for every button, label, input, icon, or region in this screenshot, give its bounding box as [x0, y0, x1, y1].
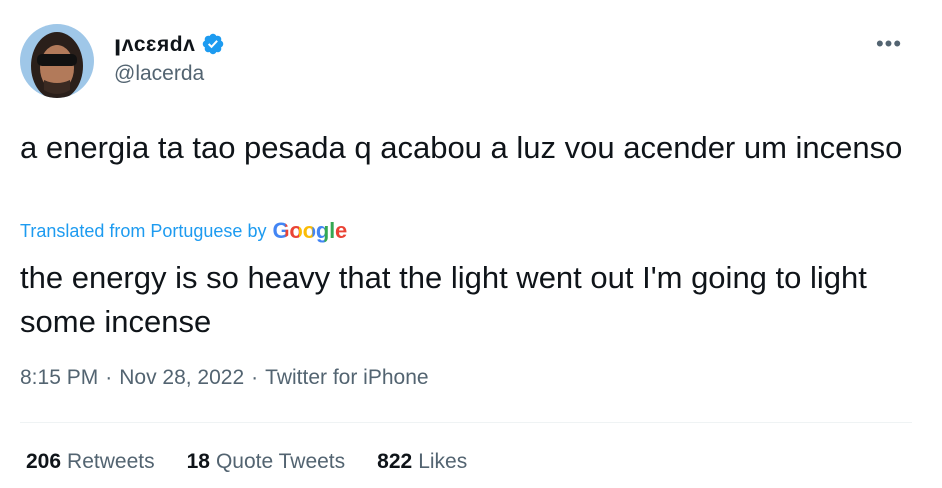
engagement-stats: 206 Retweets 18 Quote Tweets 822 Likes	[26, 450, 467, 474]
likes-count: 822	[377, 450, 413, 473]
author-handle[interactable]: @lacerda	[114, 62, 204, 86]
avatar-image	[20, 24, 94, 98]
quote-tweets-stat[interactable]: 18 Quote Tweets	[187, 450, 346, 474]
tweet-time[interactable]: 8:15 PM	[20, 366, 98, 390]
likes-label: Likes	[418, 450, 468, 473]
verified-badge-icon[interactable]	[201, 32, 225, 56]
author-display-name[interactable]: ꞁᴧᴄɛᴙdᴧ	[114, 32, 195, 57]
tweet-meta: 8:15 PM · Nov 28, 2022 · Twitter for iPh…	[20, 366, 429, 390]
retweets-label: Retweets	[67, 450, 155, 473]
avatar[interactable]	[20, 24, 94, 98]
tweet-source[interactable]: Twitter for iPhone	[265, 366, 428, 390]
more-options-icon[interactable]: •••	[872, 30, 906, 58]
likes-stat[interactable]: 822 Likes	[377, 450, 467, 474]
tweet-translation: the energy is so heavy that the light we…	[20, 260, 867, 339]
quote-tweets-count: 18	[186, 450, 210, 473]
google-logo-text: Google	[272, 218, 348, 243]
retweets-stat[interactable]: 206 Retweets	[26, 450, 155, 474]
meta-separator: ·	[251, 366, 259, 389]
author-name-row[interactable]: ꞁᴧᴄɛᴙdᴧ	[114, 30, 225, 58]
retweets-count: 206	[26, 450, 62, 473]
tweet-date[interactable]: Nov 28, 2022	[119, 366, 244, 390]
tweet-text: a energia ta tao pesada q acabou a luz v…	[20, 130, 903, 165]
translation-notice: Translated from Portuguese by Google	[20, 218, 347, 244]
meta-separator: ·	[105, 366, 113, 389]
quote-tweets-label: Quote Tweets	[215, 450, 346, 473]
divider	[20, 422, 912, 423]
translation-notice-label: Translated from Portuguese by	[20, 220, 267, 241]
google-logo: Google	[272, 218, 347, 244]
